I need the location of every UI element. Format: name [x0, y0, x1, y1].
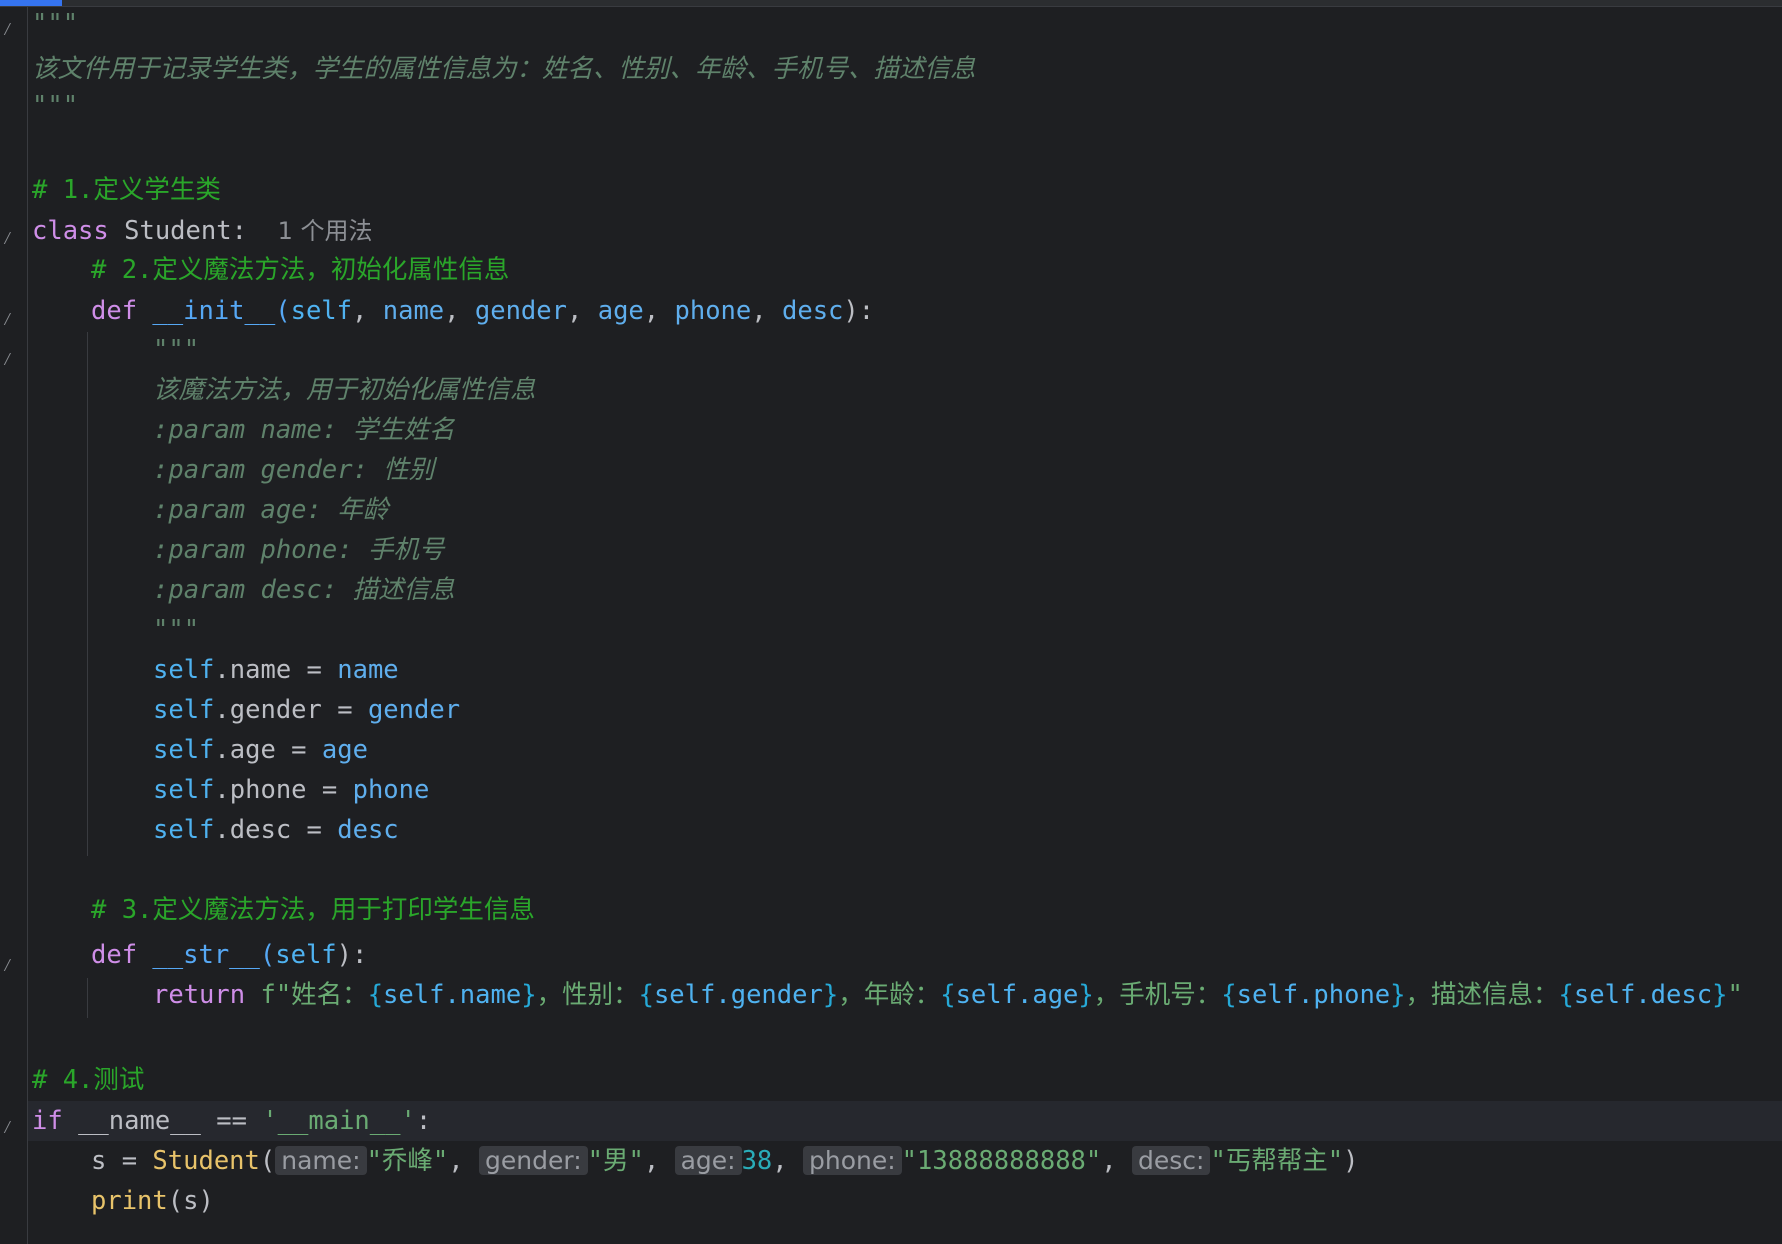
param-hint-age: age: [674, 1146, 742, 1175]
init-def: def __init__(self, name, gender, age, ph… [91, 296, 875, 326]
class-declaration: class Student: 1 个用法 [32, 216, 373, 246]
init-doc-desc: 该魔法方法，用于初始化属性信息 [153, 375, 536, 405]
main-guard: if __name__ == '__main__': [32, 1106, 432, 1136]
assign-age: self.age = age [153, 735, 368, 765]
param-hint-phone: phone: [803, 1146, 902, 1175]
param-hint-gender: gender: [479, 1146, 588, 1175]
fold-marker-icon[interactable]: ⁄ [2, 957, 14, 975]
init-doc-param-desc: :param desc: 描述信息 [153, 575, 455, 605]
fold-marker-icon[interactable]: ⁄ [2, 351, 14, 369]
print-call: print(s) [91, 1186, 214, 1216]
param-hint-desc: desc: [1131, 1146, 1211, 1175]
assign-gender: self.gender = gender [153, 695, 461, 725]
comment-define-class: # 1.定义学生类 [32, 175, 221, 205]
indent-guide [87, 332, 88, 856]
fold-marker-icon[interactable]: ⁄ [2, 311, 14, 329]
comment-test: # 4.测试 [32, 1065, 145, 1095]
comment-str: # 3.定义魔法方法，用于打印学生信息 [91, 895, 535, 925]
fold-marker-icon[interactable]: ⁄ [2, 1119, 14, 1137]
assign-phone: self.phone = phone [153, 775, 430, 805]
code-line-1: """ [32, 9, 79, 39]
editor-gutter[interactable]: ⁄ ⁄ ⁄ ⁄ ⁄ ⁄ [0, 7, 28, 1244]
str-def: def __str__(self): [91, 940, 368, 970]
assign-name: self.name = name [153, 655, 399, 685]
init-doc-param-phone: :param phone: 手机号 [153, 535, 445, 565]
init-doc-close: """ [153, 615, 200, 645]
init-doc-param-gender: :param gender: 性别 [153, 455, 435, 485]
fold-marker-icon[interactable]: ⁄ [2, 21, 14, 39]
return-statement: return f"姓名：{self.name}，性别：{self.gender}… [153, 980, 1743, 1010]
assign-desc: self.desc = desc [153, 815, 399, 845]
init-doc-open: """ [153, 335, 200, 365]
init-doc-param-name: :param name: 学生姓名 [153, 415, 455, 445]
init-doc-param-age: :param age: 年龄 [153, 495, 389, 525]
student-construction: s = Student(name: "乔峰", gender: "男", age: 3… [91, 1146, 1359, 1176]
comment-init: # 2.定义魔法方法，初始化属性信息 [91, 255, 510, 285]
code-line-2: 该文件用于记录学生类，学生的属性信息为：姓名、性别、年龄、手机号、描述信息 [32, 54, 976, 84]
code-editor[interactable]: """ 该文件用于记录学生类，学生的属性信息为：姓名、性别、年龄、手机号、描述信… [32, 0, 1782, 1244]
usage-inlay-hint[interactable]: 1 个用法 [278, 217, 373, 245]
param-hint-name: name: [275, 1146, 367, 1175]
fold-marker-icon[interactable]: ⁄ [2, 230, 14, 248]
indent-guide [87, 978, 88, 1018]
code-line-3: """ [32, 91, 79, 121]
